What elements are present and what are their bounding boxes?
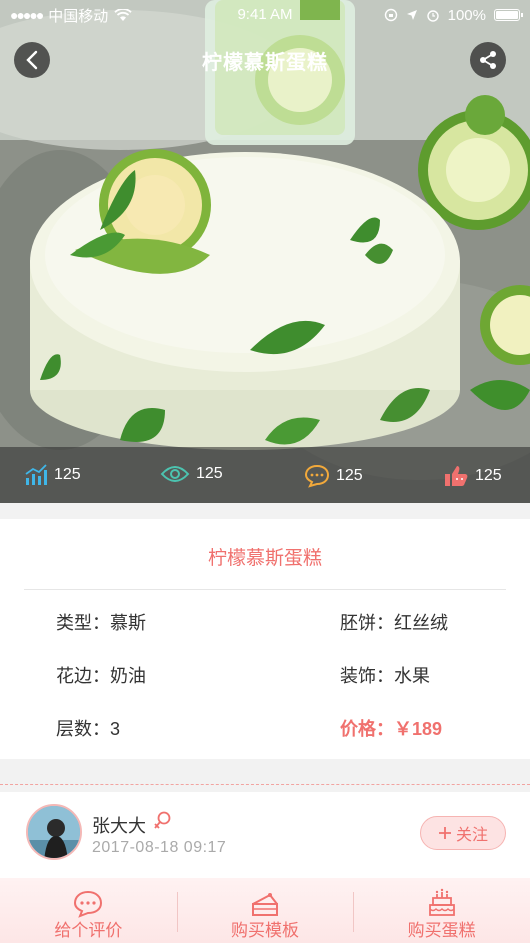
cake-photo [0,0,530,503]
stat-trend-value: 125 [54,466,81,483]
comment-bubble-icon [304,464,330,488]
tab-review-label: 给个评价 [54,921,123,940]
stat-likes: 125 [443,464,502,488]
spec-decoration-label: 装饰： [340,666,394,686]
stat-views-value: 125 [196,465,223,482]
trend-chart-icon [25,464,47,485]
follow-button[interactable]: 关注 [420,816,506,850]
product-info-card: 柠檬慕斯蛋糕 类型：慕斯 胚饼：红丝绒 花边：奶油 装饰：水果 层数：3 价格：… [0,519,530,759]
stat-comments: 125 [304,464,363,488]
spec-layers-value: 3 [110,719,121,739]
spec-price-value: ￥189 [394,719,443,739]
avatar-image [28,806,80,858]
thumbs-up-icon [445,466,468,486]
product-name: 柠檬慕斯蛋糕 [207,548,322,569]
divider [24,589,506,590]
spec-base: 胚饼：红丝绒 [340,609,448,635]
follow-label: 关注 [455,827,488,844]
spec-base-value: 红丝绒 [394,613,448,633]
dashed-divider [0,784,530,785]
spec-decoration-value: 水果 [394,666,430,686]
stat-likes-value: 125 [475,467,502,484]
spec-base-label: 胚饼： [340,613,394,633]
spec-price: 价格：￥189 [340,715,442,741]
hero-image: ●●●●● 中国移动 9:41 AM 100% 柠檬慕斯蛋糕 125 125 1… [0,0,530,503]
author-name[interactable]: 张大大 [92,812,146,838]
spec-price-label: 价格： [340,719,394,739]
stat-comments-value: 125 [336,467,363,484]
author-datetime: 2017-08-18 09:17 [92,839,227,856]
author-row: 张大大 2017-08-18 09:17 关注 [0,792,530,878]
stat-views: 125 [160,464,223,484]
tab-buy-cake-label: 购买蛋糕 [407,921,476,940]
tab-review[interactable]: 给个评价 [0,878,177,943]
spec-edge-value: 奶油 [110,666,146,686]
page-title: 柠檬慕斯蛋糕 [202,52,328,74]
tab-buy-cake[interactable]: 购买蛋糕 [353,878,530,943]
birthday-cake-icon [428,888,455,916]
spec-layers: 层数：3 [56,715,120,741]
spec-edge-label: 花边： [56,666,110,686]
tab-buy-template-label: 购买模板 [231,921,299,940]
battery-icon [494,9,523,21]
status-bar: ●●●●● 中国移动 9:41 AM 100% [0,0,530,30]
stats-bar: 125 125 125 125 [0,447,530,503]
eye-icon [160,466,190,482]
spec-layers-label: 层数： [56,719,110,739]
bottom-action-bar: 给个评价 购买模板 购买蛋糕 [0,878,530,943]
cake-slice-icon [252,893,278,916]
status-time: 9:41 AM [237,6,293,23]
share-button[interactable] [470,42,506,78]
spec-edge: 花边：奶油 [56,662,146,688]
spec-decoration: 装饰：水果 [340,662,430,688]
comment-icon [74,890,103,918]
spec-type-value: 慕斯 [110,613,146,633]
avatar[interactable] [26,804,82,860]
plus-icon [438,827,451,839]
tab-buy-template[interactable]: 购买模板 [176,878,354,943]
spec-type-label: 类型： [56,613,110,633]
spec-type: 类型：慕斯 [56,609,146,635]
stat-trend: 125 [24,464,81,486]
share-icon [480,51,496,69]
female-gender-icon [154,811,171,829]
